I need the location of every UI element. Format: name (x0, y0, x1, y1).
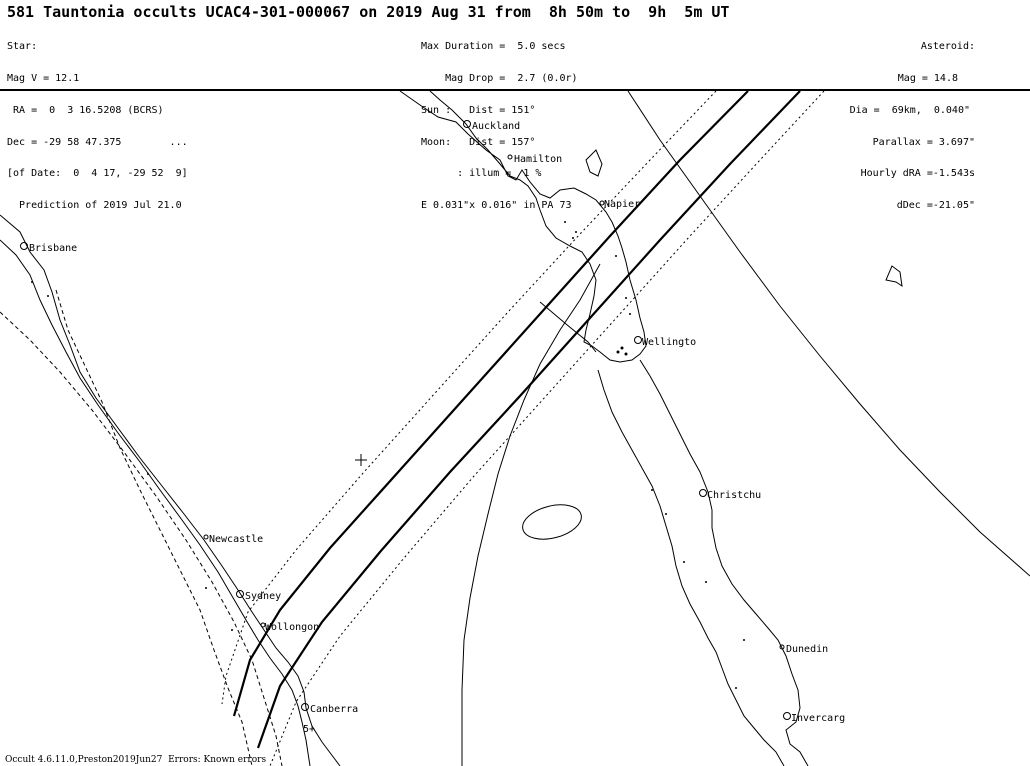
city-label: Wollongon (265, 622, 319, 633)
island-outline (885, 265, 903, 288)
city-markers (20, 120, 791, 720)
star-marker-label: 5+ (303, 724, 315, 735)
city-label: Sydney (245, 591, 281, 602)
city-label: Invercarg (791, 713, 845, 724)
footer-credit: Occult 4.6.11.0,Preston2019Jun27 Errors:… (5, 755, 267, 765)
city-label: Canberra (310, 704, 358, 715)
australia-coastline (0, 214, 341, 766)
city-label: Auckland (472, 121, 520, 132)
path-boundary-curves (461, 90, 1030, 766)
city-label: Wellingto (642, 337, 696, 348)
city-labels: Brisbane Auckland Hamilton Napier Wellingto C… (29, 121, 845, 724)
occultation-error-limits (221, 90, 825, 766)
city-label: Hamilton (514, 154, 562, 165)
occultation-map: Brisbane Auckland Hamilton Napier Wellingto C… (0, 90, 1030, 766)
city-label: Christchu (707, 490, 761, 501)
city-label: Brisbane (29, 243, 77, 254)
city-label: Napier (604, 199, 640, 210)
error-ellipse (522, 504, 582, 540)
city-label: Dunedin (786, 644, 828, 655)
nz-south-island (597, 359, 809, 766)
nz-north-island (399, 90, 647, 363)
plus-marker (355, 454, 367, 466)
city-label: Newcastle (209, 534, 263, 545)
